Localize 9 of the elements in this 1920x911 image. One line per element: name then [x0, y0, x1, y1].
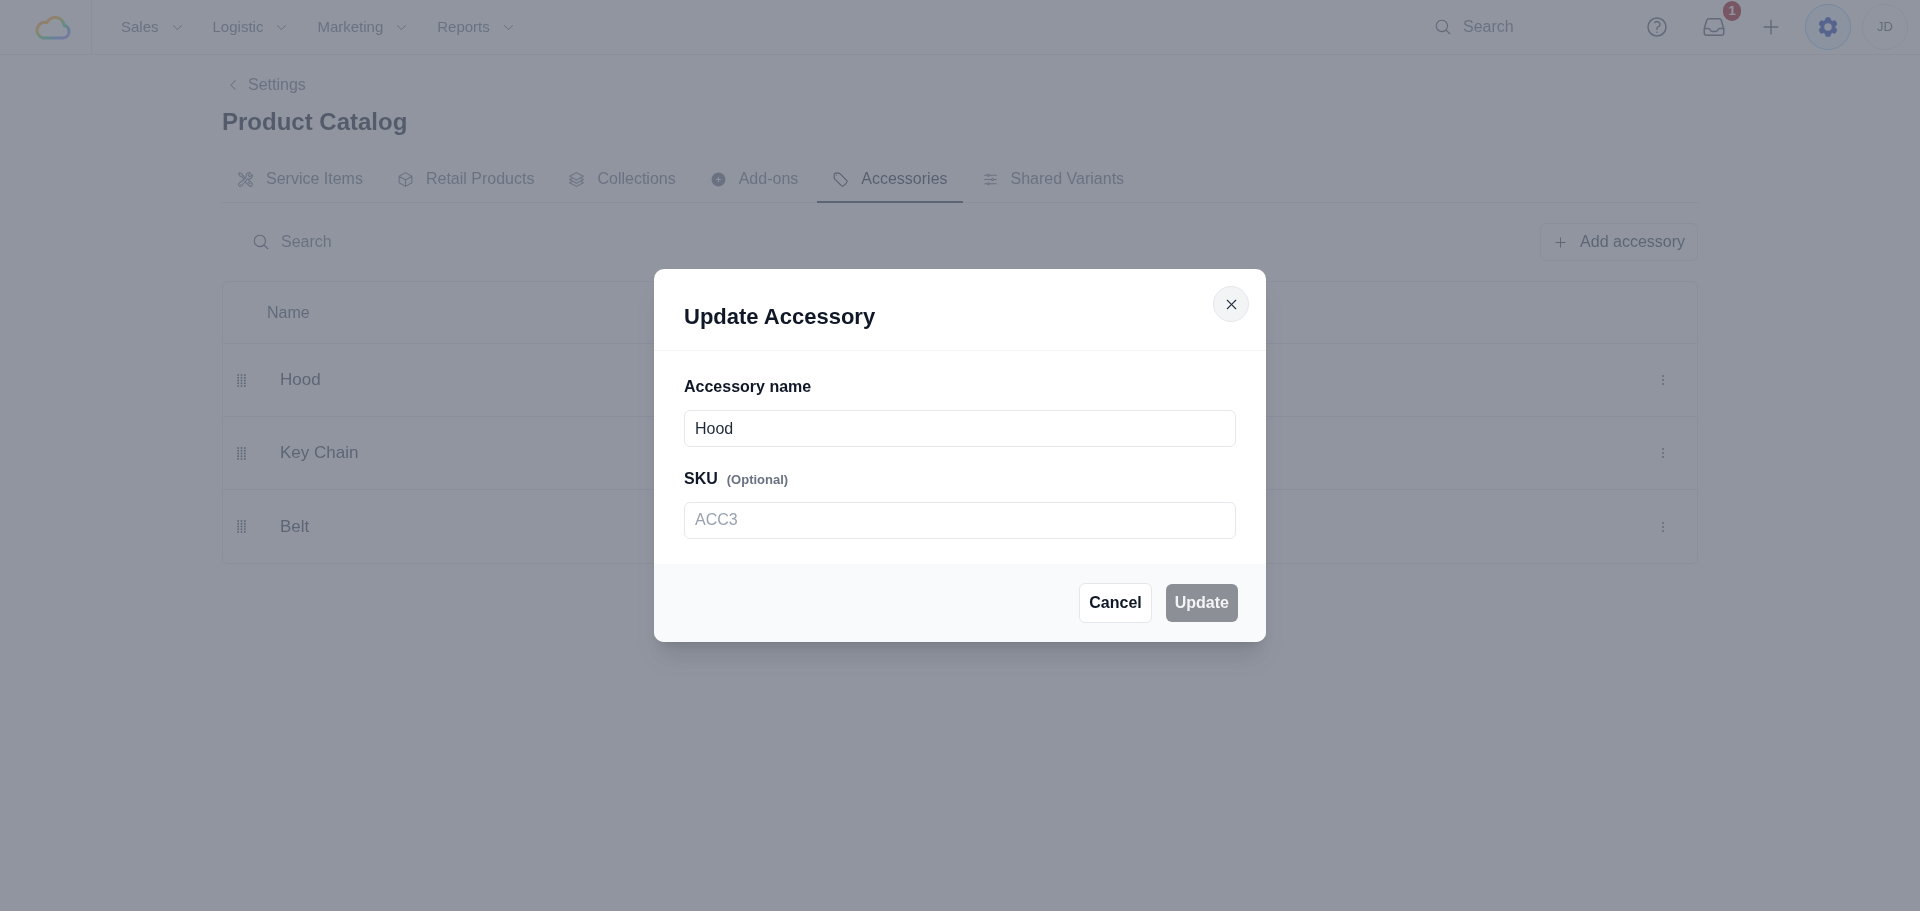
- close-button[interactable]: [1213, 286, 1249, 323]
- text-input[interactable]: ACC3: [684, 501, 1236, 539]
- field-label: Accessory name: [684, 377, 812, 398]
- dialog-title: Update Accessory: [684, 304, 876, 331]
- text-input[interactable]: Hood: [684, 410, 1236, 448]
- page-title: Product Catalog: [222, 107, 409, 137]
- optional-note: (Optional): [726, 471, 789, 490]
- cancel-button[interactable]: Cancel: [1079, 582, 1152, 623]
- field-label: SKU: [684, 469, 718, 490]
